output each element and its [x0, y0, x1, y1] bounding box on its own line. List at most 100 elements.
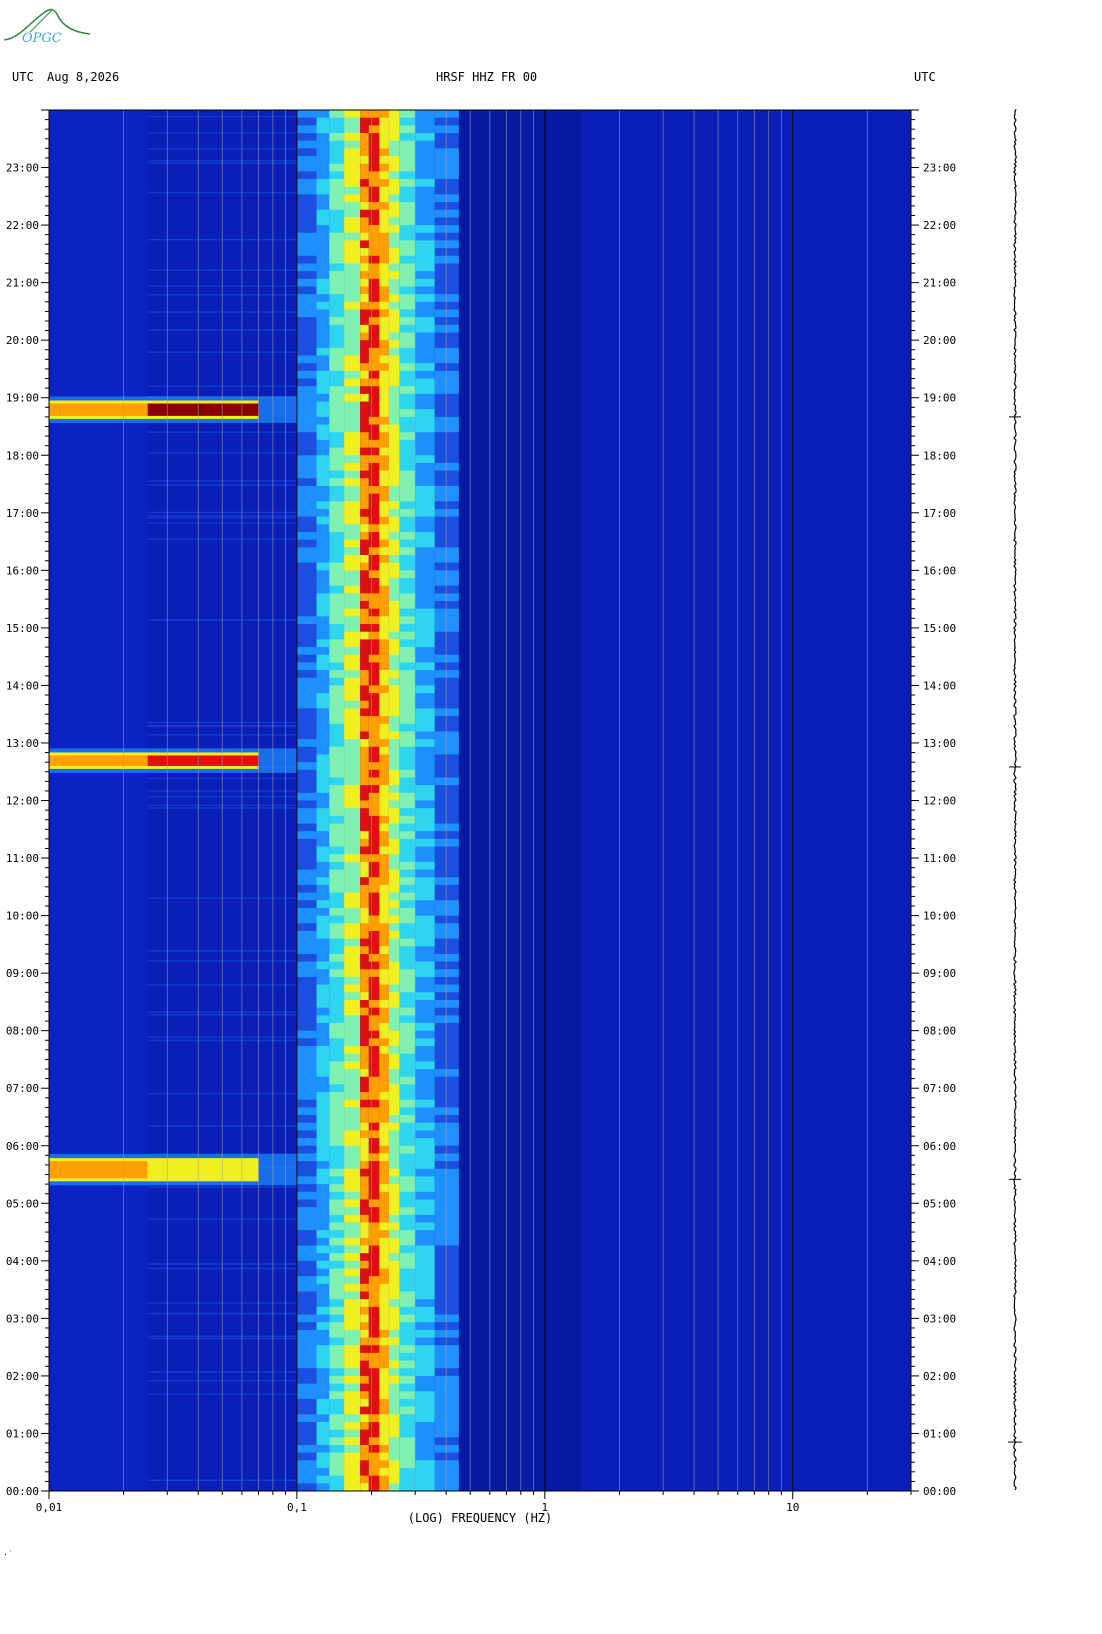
band-cell: [316, 355, 330, 364]
band-cell: [329, 999, 345, 1009]
band-cell: [388, 439, 400, 449]
band-cell: [388, 1245, 400, 1254]
band-cell: [296, 1061, 317, 1070]
band-cell: [360, 562, 369, 571]
low-freq-band: [49, 110, 148, 1491]
band-cell: [296, 324, 317, 333]
band-cell: [329, 332, 345, 341]
band-cell: [296, 831, 317, 840]
band-cell: [399, 478, 416, 487]
band-cell: [434, 278, 459, 287]
band-cell: [379, 999, 389, 1009]
y-tick-label-left: 17:00: [6, 507, 39, 520]
band-cell: [344, 1084, 361, 1093]
band-cell: [415, 1421, 435, 1431]
band-cell: [344, 240, 361, 249]
band-cell: [415, 455, 435, 464]
band-cell: [379, 148, 389, 157]
band-cell: [296, 670, 317, 679]
quiet-band: [446, 110, 582, 1491]
band-cell: [329, 432, 345, 441]
band-cell: [316, 1276, 330, 1285]
y-tick-label-left: 09:00: [6, 967, 39, 980]
band-cell: [434, 923, 459, 932]
band-cell: [344, 861, 361, 871]
band-cell: [316, 808, 330, 817]
band-cell: [415, 823, 435, 832]
band-cell: [388, 1375, 400, 1385]
band-cell: [329, 777, 345, 786]
band-cell: [399, 631, 416, 640]
band-cell: [434, 524, 459, 533]
y-tick-label-left: 08:00: [6, 1025, 39, 1038]
band-cell: [368, 547, 380, 556]
band-cell: [388, 462, 400, 472]
band-cell: [296, 624, 317, 633]
band-cell: [434, 1306, 459, 1316]
band-cell: [379, 854, 389, 863]
band-cell: [379, 1368, 389, 1377]
band-cell: [388, 976, 400, 986]
band-cell: [344, 1115, 361, 1124]
band-cell: [415, 416, 435, 426]
band-cell: [360, 524, 369, 533]
band-cell: [296, 217, 317, 226]
band-cell: [388, 240, 400, 249]
band-cell: [388, 823, 400, 832]
band-cell: [399, 1375, 416, 1385]
band-cell: [368, 194, 380, 203]
band-cell: [434, 854, 459, 863]
band-cell: [399, 815, 416, 825]
band-cell: [344, 685, 361, 694]
band-cell: [360, 969, 369, 978]
band-cell: [415, 1283, 435, 1293]
band-cell: [379, 393, 389, 403]
band-cell: [329, 1222, 345, 1231]
band-cell: [399, 286, 416, 295]
band-cell: [388, 1061, 400, 1070]
band-cell: [344, 439, 361, 449]
band-cell: [399, 708, 416, 717]
band-cell: [344, 493, 361, 502]
band-cell: [360, 186, 369, 195]
band-cell: [379, 1283, 389, 1293]
band-cell: [329, 900, 345, 909]
band-cell: [379, 263, 389, 272]
band-cell: [434, 616, 459, 625]
band-cell: [399, 163, 416, 172]
band-cell: [399, 1107, 416, 1116]
band-cell: [415, 1368, 435, 1377]
band-cell: [388, 409, 400, 418]
band-cell: [415, 984, 435, 993]
band-cell: [296, 1015, 317, 1024]
band-cell: [329, 662, 345, 671]
band-cell: [388, 1237, 400, 1246]
band-cell: [329, 708, 345, 717]
band-cell: [344, 194, 361, 203]
band-cell: [296, 125, 317, 134]
band-cell: [296, 432, 317, 441]
band-cell: [360, 923, 369, 932]
band-cell: [415, 439, 435, 449]
band-cell: [368, 1007, 380, 1016]
band-cell: [329, 823, 345, 832]
band-cell: [388, 1191, 400, 1200]
band-cell: [316, 754, 330, 763]
band-cell: [388, 1099, 400, 1108]
band-cell: [434, 1061, 459, 1070]
band-cell: [360, 685, 369, 694]
band-cell: [415, 900, 435, 909]
band-cell: [415, 248, 435, 257]
band-cell: [399, 639, 416, 648]
band-cell: [344, 347, 361, 357]
band-cell: [360, 1030, 369, 1039]
band-cell: [434, 232, 459, 241]
band-cell: [329, 1015, 345, 1024]
band-cell: [368, 1207, 380, 1216]
band-cell: [329, 340, 345, 349]
band-cell: [434, 785, 459, 794]
band-cell: [360, 593, 369, 602]
band-cell: [329, 439, 345, 449]
band-cell: [316, 1306, 330, 1316]
band-cell: [379, 1099, 389, 1108]
